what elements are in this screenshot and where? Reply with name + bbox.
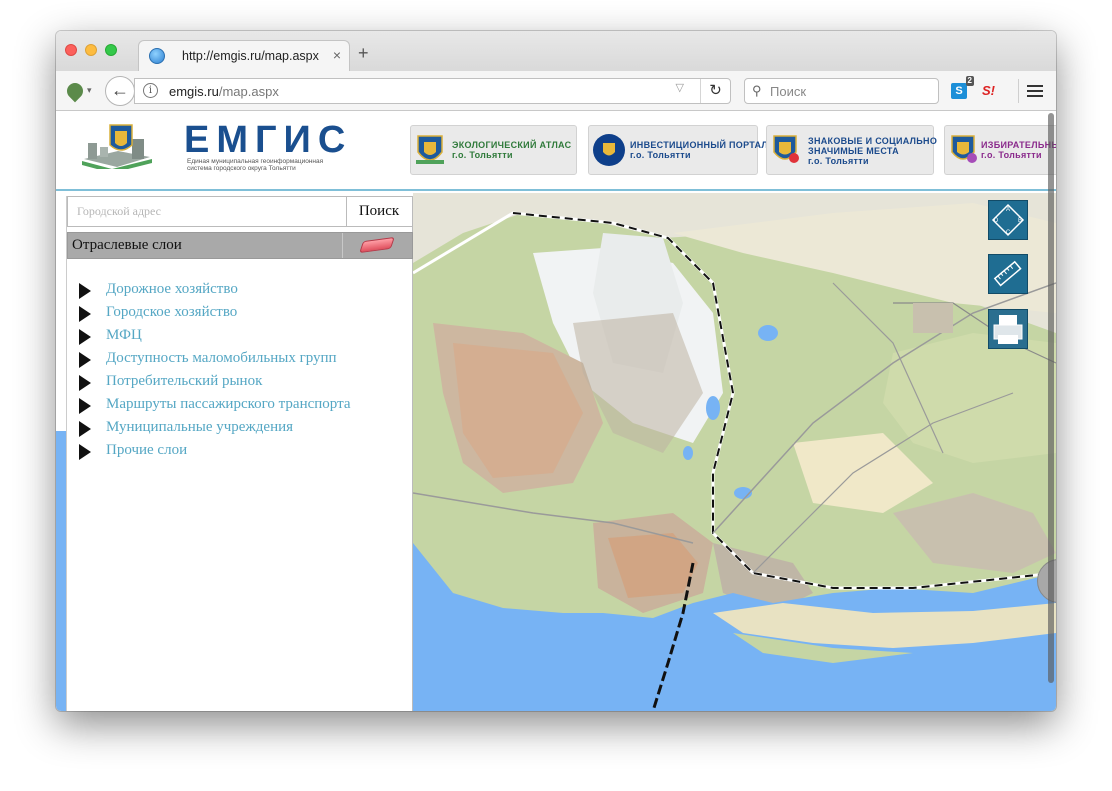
portal-label: ЗНАКОВЫЕ И СОЦИАЛЬНО bbox=[808, 136, 938, 146]
investment-globe-icon bbox=[593, 134, 625, 166]
portal-label: ИЗБИРАТЕЛЬНЫЕ bbox=[981, 140, 1056, 150]
layers-sidebar: Поиск Отраслевые слои Дорожное хозяйство… bbox=[66, 196, 413, 711]
printer-icon bbox=[993, 315, 1023, 344]
layer-link[interactable]: Городское хозяйство bbox=[106, 304, 237, 320]
map-water-edge bbox=[56, 431, 66, 711]
layers-title: Отраслевые слои bbox=[72, 237, 182, 253]
portal-sublabel: г.о. Тольятти bbox=[452, 150, 513, 160]
ruler-icon bbox=[993, 260, 1022, 287]
leaf-icon[interactable] bbox=[63, 79, 87, 103]
globe-icon bbox=[149, 48, 165, 64]
portal-sublabel: г.о. Тольятти bbox=[981, 150, 1042, 160]
url-dropdown-icon[interactable]: ▽ bbox=[676, 81, 684, 94]
layer-item[interactable]: Доступность маломобильных групп bbox=[79, 349, 350, 372]
layer-item[interactable]: Прочие слои bbox=[79, 441, 350, 464]
expand-triangle-icon[interactable] bbox=[79, 398, 91, 414]
expand-triangle-icon[interactable] bbox=[79, 306, 91, 322]
close-window-button[interactable] bbox=[65, 44, 77, 56]
extension-s-exclaim-icon[interactable]: S! bbox=[982, 83, 1000, 99]
portal-significant-places[interactable]: ЗНАКОВЫЕ И СОЦИАЛЬНО ЗНАЧИМЫЕ МЕСТА г.о. Т… bbox=[766, 125, 938, 175]
expand-triangle-icon[interactable] bbox=[79, 329, 91, 345]
layer-item[interactable]: МФЦ bbox=[79, 326, 350, 349]
compass-north-label: A bbox=[1006, 207, 1010, 213]
portal-sublabel: г.о. Тольятти bbox=[630, 150, 691, 160]
tab-title: http://emgis.ru/map.aspx bbox=[182, 49, 319, 63]
portal-label-line2: ЗНАЧИМЫЕ МЕСТА bbox=[808, 146, 899, 156]
layer-link[interactable]: Дорожное хозяйство bbox=[106, 281, 238, 297]
search-placeholder: Поиск bbox=[770, 84, 807, 99]
clear-layers-button[interactable] bbox=[342, 233, 412, 258]
brand-title: ЕМГИС bbox=[184, 119, 353, 161]
info-icon[interactable]: i bbox=[143, 83, 158, 98]
print-button[interactable] bbox=[988, 309, 1028, 349]
layer-link[interactable]: Потребительский рынок bbox=[106, 373, 262, 389]
reload-icon[interactable]: ↻ bbox=[700, 79, 730, 103]
coat-of-arms-pin-icon bbox=[951, 135, 977, 163]
map-canvas[interactable] bbox=[413, 193, 1056, 711]
portal-ecological-atlas[interactable]: ЭКОЛОГИЧЕСКИЙ АТЛАС г.о. Тольятти bbox=[410, 125, 577, 175]
measure-button[interactable] bbox=[988, 254, 1028, 294]
layer-link[interactable]: Маршруты пассажирского транспорта bbox=[106, 396, 350, 412]
extension-s-icon[interactable]: S2 bbox=[951, 76, 974, 99]
coat-of-arms-icon bbox=[416, 135, 444, 164]
chevron-down-icon[interactable]: ▾ bbox=[87, 85, 92, 96]
hamburger-menu-icon[interactable] bbox=[1018, 79, 1046, 103]
browser-search-field[interactable]: ⚲ Поиск bbox=[744, 78, 939, 104]
layer-item[interactable]: Городское хозяйство bbox=[79, 303, 350, 326]
portal-sublabel: г.о. Тольятти bbox=[808, 156, 869, 166]
tab-strip: http://emgis.ru/map.aspx × + bbox=[56, 31, 1056, 71]
new-tab-button[interactable]: + bbox=[358, 44, 369, 62]
pan-compass-button[interactable]: A B C D bbox=[988, 200, 1028, 240]
emgis-logo-icon[interactable] bbox=[82, 123, 152, 169]
compass-south-label: C bbox=[1006, 230, 1011, 236]
portal-electoral[interactable]: ИЗБИРАТЕЛЬНЫЕг.о. Тольятти bbox=[944, 125, 1056, 175]
layers-list: Дорожное хозяйство Городское хозяйство М… bbox=[79, 280, 350, 464]
address-search-bar: Поиск bbox=[67, 196, 413, 227]
search-button[interactable]: Поиск bbox=[346, 197, 412, 226]
brand-subtitle: Единая муниципальная геоинформационная с… bbox=[187, 158, 324, 172]
browser-tab[interactable]: http://emgis.ru/map.aspx × bbox=[138, 40, 350, 71]
layer-item[interactable]: Муниципальные учреждения bbox=[79, 418, 350, 441]
site-header: ЕМГИС Единая муниципальная геоинформацио… bbox=[56, 111, 1056, 191]
expand-triangle-icon[interactable] bbox=[79, 375, 91, 391]
address-input[interactable] bbox=[68, 197, 347, 226]
layer-item[interactable]: Маршруты пассажирского транспорта bbox=[79, 395, 350, 418]
back-button[interactable]: ← bbox=[105, 76, 135, 106]
compass-east-label: B bbox=[1018, 218, 1022, 224]
layer-link[interactable]: Муниципальные учреждения bbox=[106, 419, 293, 435]
browser-window: http://emgis.ru/map.aspx × + ▾ ← i emgis… bbox=[56, 31, 1056, 711]
expand-triangle-icon[interactable] bbox=[79, 283, 91, 299]
layer-link[interactable]: МФЦ bbox=[106, 327, 142, 343]
layer-item[interactable]: Потребительский рынок bbox=[79, 372, 350, 395]
portal-investment[interactable]: ИНВЕСТИЦИОННЫЙ ПОРТАЛ г.о. Тольятти bbox=[588, 125, 768, 175]
tab-close-icon[interactable]: × bbox=[333, 47, 341, 63]
url-bar[interactable]: i emgis.ru/map.aspx ▽ ↻ bbox=[134, 78, 731, 104]
eraser-icon bbox=[359, 236, 395, 254]
layer-link[interactable]: Доступность маломобильных групп bbox=[106, 350, 337, 366]
expand-triangle-icon[interactable] bbox=[79, 352, 91, 368]
search-icon: ⚲ bbox=[752, 83, 762, 98]
layer-link[interactable]: Прочие слои bbox=[106, 442, 187, 458]
expand-triangle-icon[interactable] bbox=[79, 421, 91, 437]
coat-of-arms-pin-icon bbox=[773, 135, 799, 163]
portal-label: ИНВЕСТИЦИОННЫЙ ПОРТАЛ bbox=[630, 140, 769, 150]
compass-west-label: D bbox=[994, 218, 999, 224]
url-text[interactable]: emgis.ru/map.aspx bbox=[169, 84, 279, 99]
expand-triangle-icon[interactable] bbox=[79, 444, 91, 460]
zoom-window-button[interactable] bbox=[105, 44, 117, 56]
city-map[interactable] bbox=[413, 193, 1056, 711]
navigation-bar: ▾ ← i emgis.ru/map.aspx ▽ ↻ ⚲ Поиск S2 S… bbox=[56, 71, 1056, 111]
layer-item[interactable]: Дорожное хозяйство bbox=[79, 280, 350, 303]
extension-badge: 2 bbox=[965, 76, 974, 86]
page-scrollbar[interactable] bbox=[1048, 113, 1054, 683]
minimize-window-button[interactable] bbox=[85, 44, 97, 56]
portal-label: ЭКОЛОГИЧЕСКИЙ АТЛАС bbox=[452, 140, 572, 150]
compass-icon: A B C D bbox=[991, 203, 1025, 237]
layers-header: Отраслевые слои bbox=[67, 232, 413, 259]
